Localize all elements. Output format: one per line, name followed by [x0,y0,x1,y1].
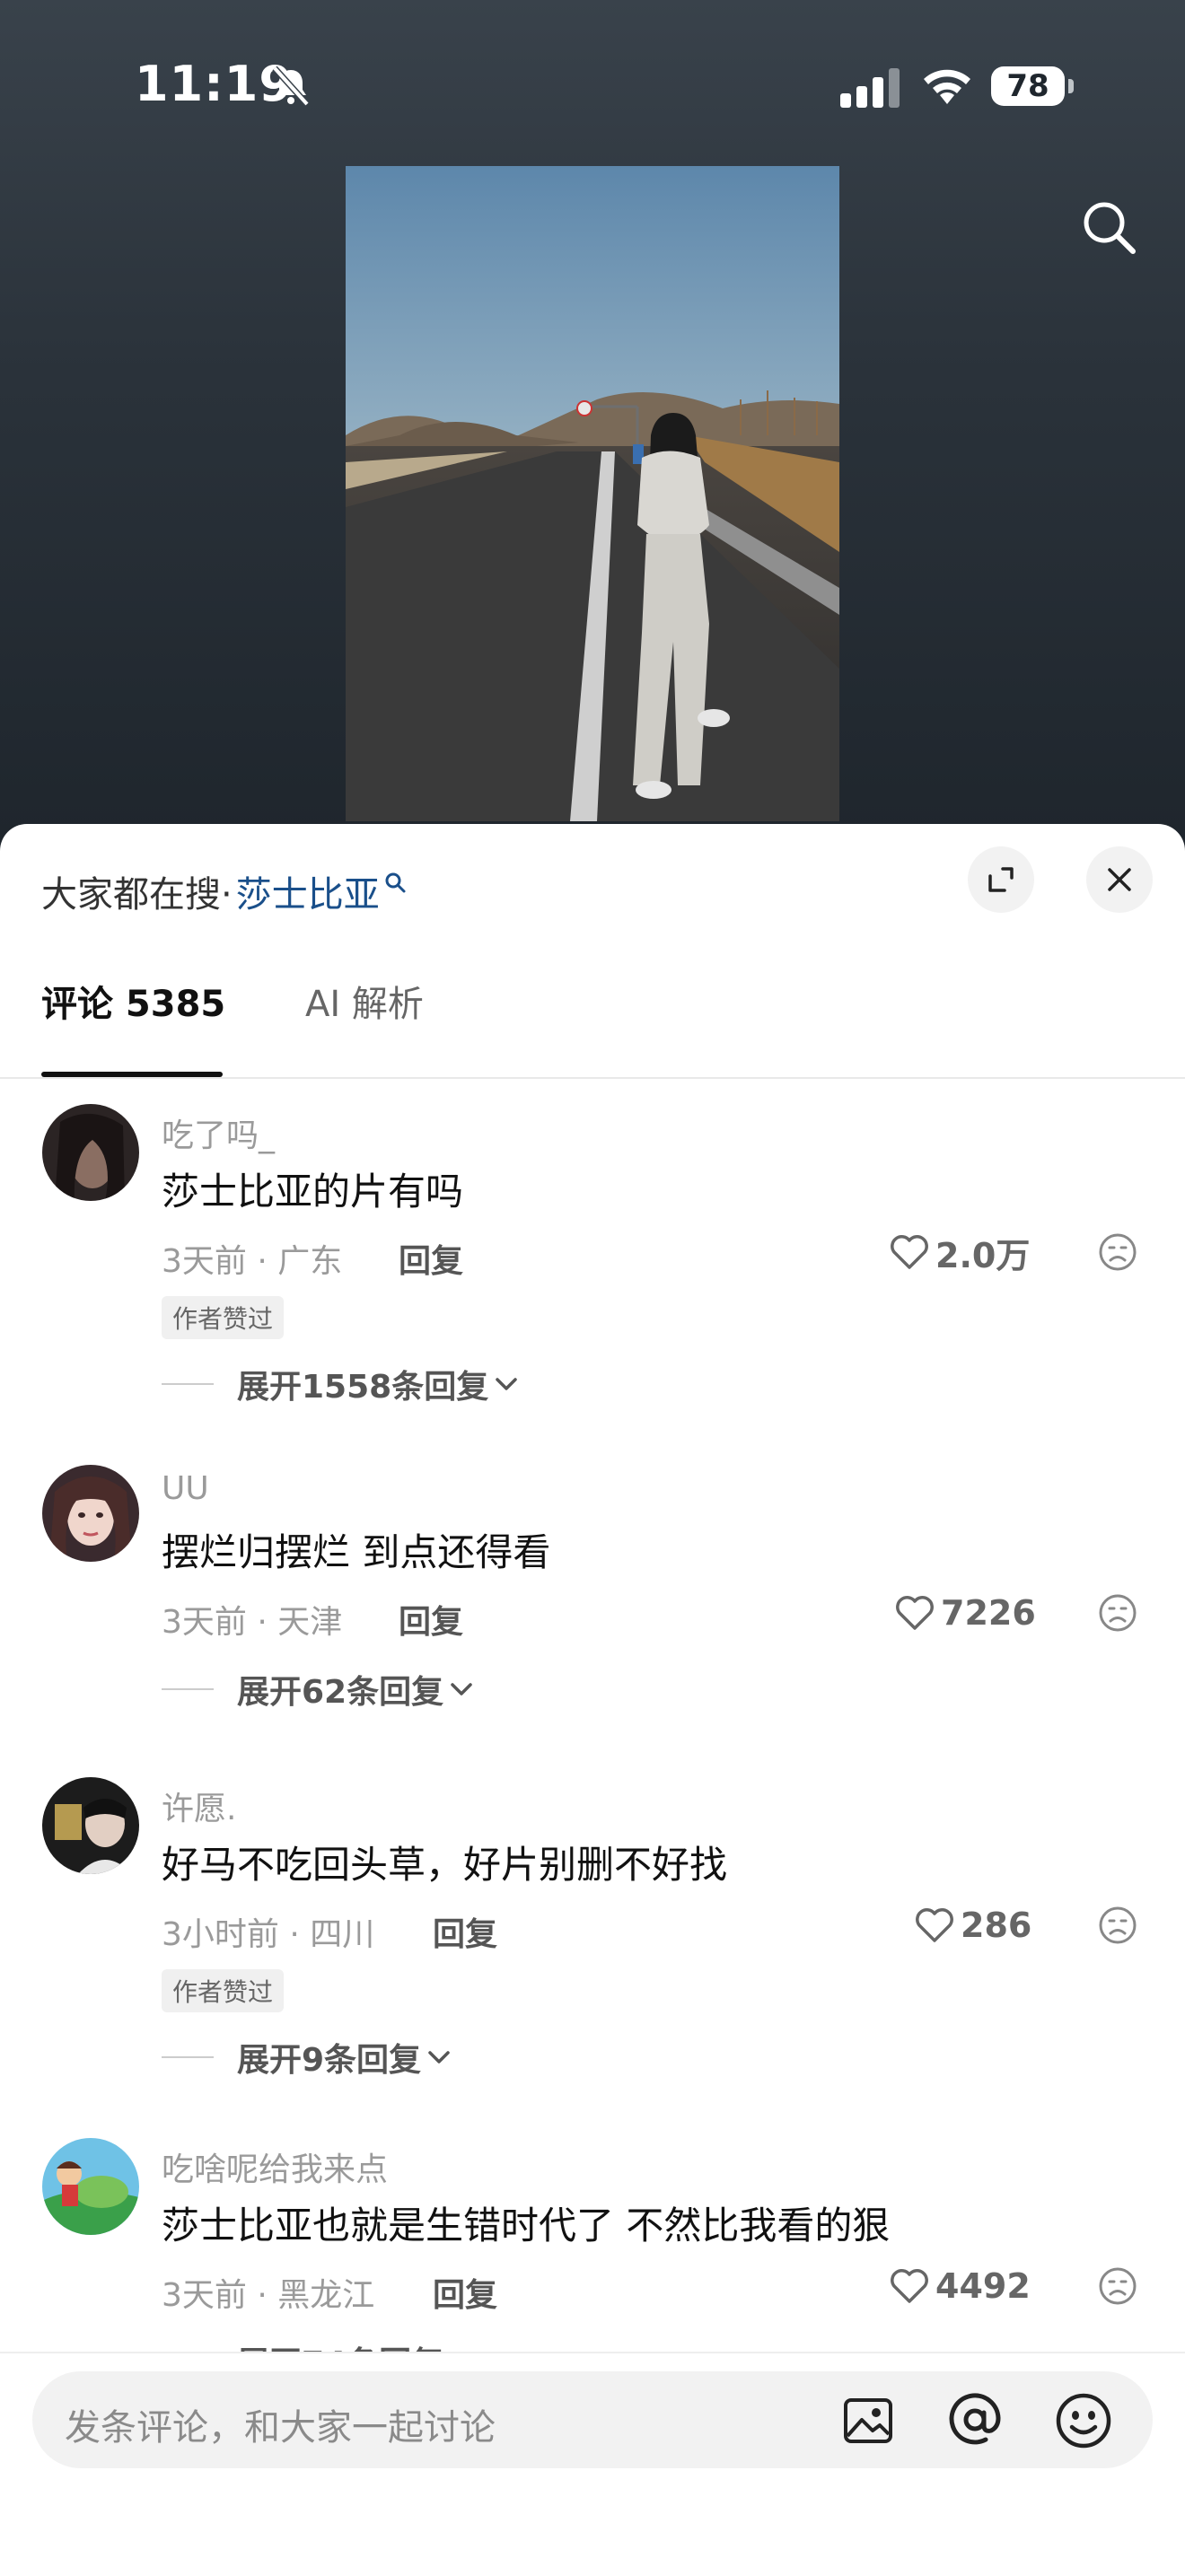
tab-bar: 评论 5385 AI 解析 [0,959,1185,1079]
comment-username[interactable]: UU [162,1470,209,1507]
comment-text: 莎士比亚也就是生错时代了 不然比我看的狠 [162,2204,891,2247]
heart-icon [891,1235,928,1269]
expand-replies[interactable]: 展开9条回复 [162,2034,452,2081]
heart-icon [916,1908,953,1942]
wifi-icon [924,69,970,104]
comment-input[interactable]: 发条评论，和大家一起讨论 [32,2371,1153,2468]
dislike-face-icon[interactable] [1097,1592,1138,1634]
dislike-face-icon[interactable] [1097,2265,1138,2307]
dislike-face-icon[interactable] [1097,1231,1138,1273]
tab-comments[interactable]: 评论 5385 [41,975,225,1027]
comment-meta: 3天前 · 天津 [162,1604,343,1641]
reply-button[interactable]: 回复 [399,1596,463,1643]
cell-signal-icon [840,68,900,108]
tab-ai-analysis[interactable]: AI 解析 [305,975,424,1027]
expand-replies[interactable]: 展开1558条回复 [162,1361,519,1407]
heart-icon [891,2269,928,2303]
emoji-icon[interactable] [1054,2391,1113,2450]
like-button[interactable]: 4492 [889,2264,1031,2309]
comment-meta: 3小时前 · 四川 [162,1916,375,1953]
like-count: 7226 [941,1593,1036,1633]
reply-button[interactable]: 回复 [433,2269,497,2316]
comment-text: 摆烂归摆烂 到点还得看 [162,1530,551,1574]
comment-text: 好马不吃回头草，好片别删不好找 [162,1843,728,1887]
comment-username[interactable]: 吃了吗_ [162,1109,275,1156]
like-button[interactable]: 2.0万 [889,1230,1030,1275]
like-button[interactable]: 7226 [894,1590,1036,1635]
reply-button[interactable]: 回复 [433,1908,497,1955]
like-count: 2.0万 [935,1235,1031,1275]
like-count: 286 [961,1906,1032,1945]
expand-replies-label: 展开1558条回复 [237,1369,489,1406]
comment-username[interactable]: 许愿. [162,1783,236,1829]
expand-replies-label: 展开9条回复 [237,2042,422,2079]
battery-nub [1068,79,1074,93]
comment-username[interactable]: 吃啥呢给我来点 [162,2143,388,2190]
search-suggestion-keyword[interactable]: 莎士比亚 [236,865,380,917]
video-thumbnail[interactable] [346,166,839,821]
expand-button[interactable] [968,846,1034,913]
avatar[interactable] [42,1465,139,1562]
avatar[interactable] [42,2138,139,2235]
search-icon[interactable] [1077,196,1140,258]
battery-level: 78 [991,66,1065,106]
close-button[interactable] [1086,846,1153,913]
video-area[interactable]: 11:19 78 [0,0,1185,835]
comment-input-bar: 发条评论，和大家一起讨论 [0,2352,1185,2576]
author-liked-badge: 作者赞过 [162,1296,285,1339]
like-button[interactable]: 286 [914,1903,1031,1948]
image-icon[interactable] [840,2393,896,2449]
expand-replies[interactable]: 展开62条回复 [162,1666,474,1713]
heart-icon [896,1596,934,1630]
chevron-down-icon [428,2051,450,2063]
comment-meta: 3天前 · 广东 [162,1243,343,1280]
status-bar: 11:19 78 [0,0,1185,171]
comment-sheet: 大家都在搜· 莎士比亚 评论 5385 AI 解析 吃了吗_ 莎士比亚的片有吗 … [0,824,1185,2574]
chevron-down-icon [451,1683,472,1695]
chevron-down-icon [496,1378,517,1390]
expand-icon [988,867,1014,892]
avatar[interactable] [42,1104,139,1201]
comment-input-placeholder: 发条评论，和大家一起讨论 [65,2407,496,2449]
search-suggestion-prefix: 大家都在搜· [41,874,233,916]
road-scene-image [346,166,839,821]
like-count: 4492 [935,2266,1031,2306]
tab-active-indicator [41,1072,223,1077]
comment-meta: 3天前 · 黑龙江 [162,2277,375,2314]
close-icon [1108,868,1131,891]
bell-muted-icon [272,66,310,107]
mention-icon[interactable] [946,2391,1004,2449]
dislike-face-icon[interactable] [1097,1905,1138,1946]
expand-replies-label: 展开62条回复 [237,1674,444,1711]
avatar[interactable] [42,1777,139,1874]
search-icon [385,872,406,893]
author-liked-badge: 作者赞过 [162,1969,285,2012]
reply-button[interactable]: 回复 [399,1235,463,1282]
battery-indicator: 78 [991,66,1077,108]
comment-text: 莎士比亚的片有吗 [162,1170,464,1214]
search-suggestion[interactable]: 大家都在搜· 莎士比亚 [41,865,407,917]
